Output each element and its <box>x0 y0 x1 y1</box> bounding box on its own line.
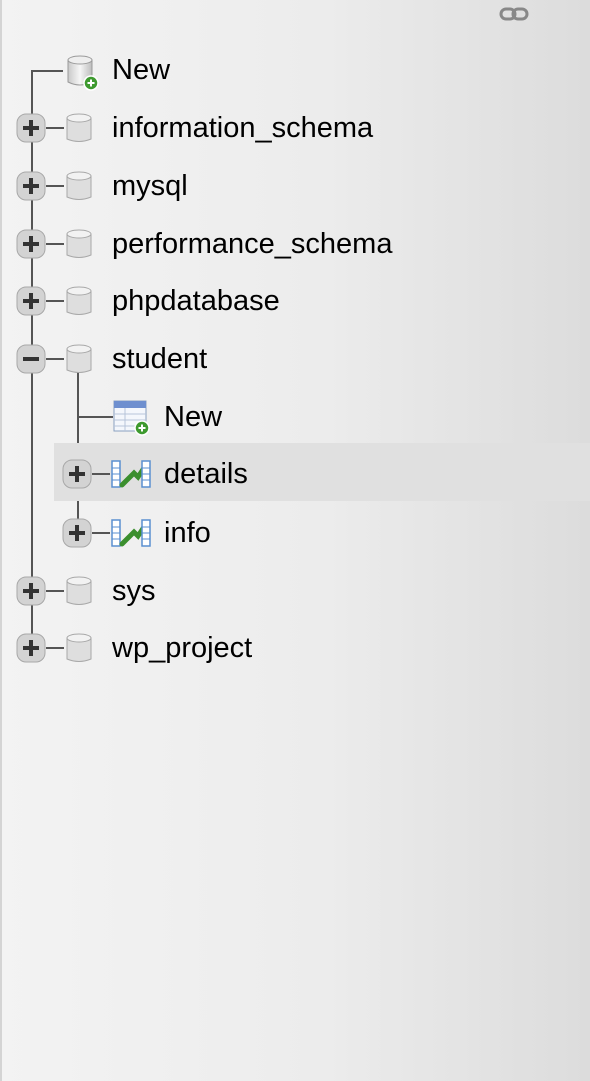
database-label[interactable]: sys <box>112 574 156 608</box>
database-label[interactable]: information_schema <box>112 111 373 145</box>
expand-button[interactable] <box>62 459 92 489</box>
tree-item-database-expanded[interactable]: student <box>0 330 590 388</box>
table-label[interactable]: details <box>164 457 248 491</box>
database-icon <box>64 576 94 608</box>
tree-connector <box>46 243 64 245</box>
tree-connector <box>46 300 64 302</box>
tree-item-database[interactable]: sys <box>0 562 590 620</box>
tree-item-new-database[interactable]: New <box>0 41 590 99</box>
tree-connector <box>46 590 64 592</box>
tree-item-database[interactable]: wp_project <box>0 619 590 677</box>
database-icon <box>64 171 94 203</box>
tree-item-table[interactable]: details <box>0 443 590 501</box>
expand-button[interactable] <box>16 576 46 606</box>
table-icon <box>110 516 152 550</box>
database-label[interactable]: student <box>112 342 207 376</box>
database-icon <box>64 286 94 318</box>
database-label[interactable]: phpdatabase <box>112 284 280 318</box>
tree-connector <box>46 647 64 649</box>
expand-button[interactable] <box>16 113 46 143</box>
expand-button[interactable] <box>16 633 46 663</box>
tree-item-database[interactable]: performance_schema <box>0 215 590 273</box>
database-label[interactable]: performance_schema <box>112 227 392 261</box>
expand-button[interactable] <box>62 518 92 548</box>
tree-item-database[interactable]: mysql <box>0 157 590 215</box>
tree-connector <box>46 185 64 187</box>
expand-button[interactable] <box>16 229 46 259</box>
database-label[interactable]: wp_project <box>112 631 252 665</box>
new-database-icon <box>66 54 102 92</box>
database-icon <box>64 633 94 665</box>
tree-connector <box>46 358 64 360</box>
database-label[interactable]: mysql <box>112 169 188 203</box>
database-icon <box>64 344 94 376</box>
table-icon <box>110 457 152 491</box>
tree-connector <box>92 473 110 475</box>
tree-item-database[interactable]: information_schema <box>0 99 590 157</box>
expand-button[interactable] <box>16 286 46 316</box>
expand-button[interactable] <box>16 171 46 201</box>
table-label[interactable]: info <box>164 516 211 550</box>
tree-label-new-database[interactable]: New <box>112 53 170 87</box>
link-icon[interactable] <box>499 4 529 24</box>
tree-connector <box>92 532 110 534</box>
database-icon <box>64 229 94 261</box>
tree-item-table[interactable]: info <box>0 502 590 560</box>
tree-connector <box>46 127 64 129</box>
tree-label-new-table[interactable]: New <box>164 400 222 434</box>
tree-item-new-table[interactable]: New <box>0 388 590 446</box>
database-icon <box>64 113 94 145</box>
collapse-button[interactable] <box>16 344 46 374</box>
tree-item-database[interactable]: phpdatabase <box>0 272 590 330</box>
navigation-tree: New information_schema mysql performance… <box>0 0 590 1081</box>
new-table-icon <box>113 400 151 436</box>
